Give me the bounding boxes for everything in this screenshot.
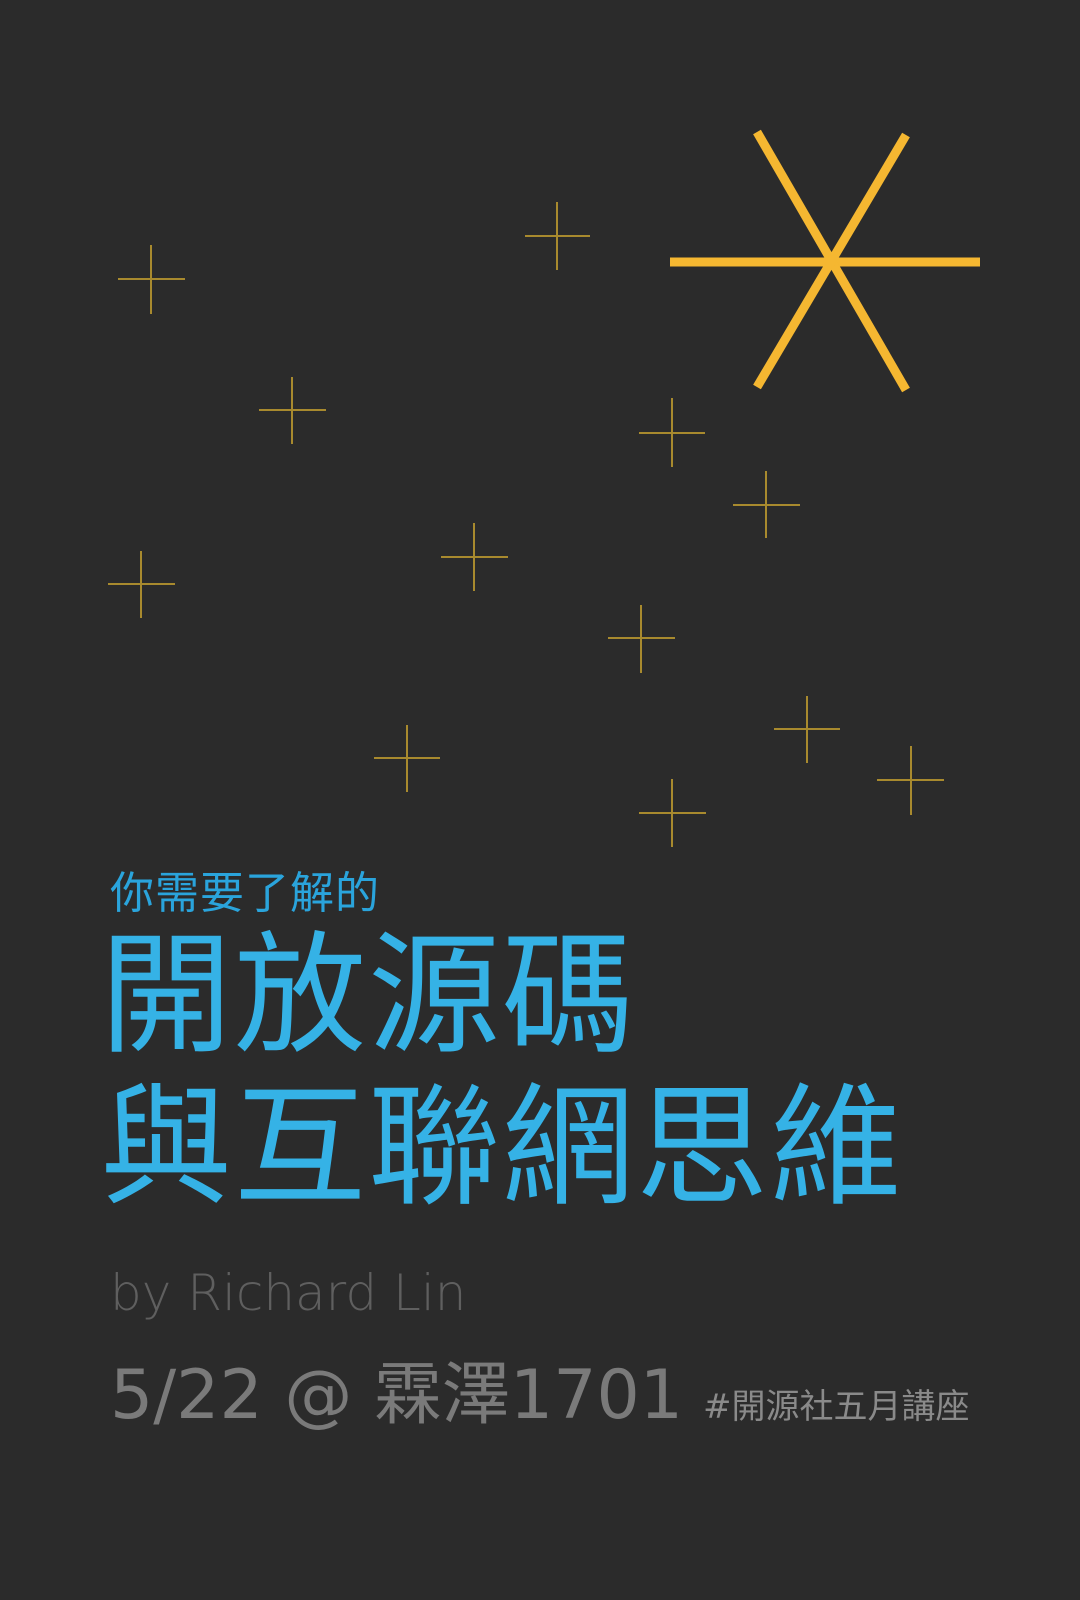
small-plus-sparkles — [108, 202, 944, 847]
plus-sparkle-icon — [374, 725, 440, 792]
poster-subtitle: 你需要了解的 — [110, 868, 380, 919]
plus-sparkle-icon — [525, 202, 590, 270]
plus-sparkle-icon — [877, 746, 944, 815]
plus-sparkle-icon — [639, 779, 706, 847]
plus-sparkle-icon — [108, 551, 175, 618]
plus-sparkle-icon — [441, 523, 508, 591]
event-poster: 你需要了解的 開放源碼 與互聯網思維 by Richard Lin 5/22 @… — [0, 0, 1080, 1600]
event-details: 5/22 @ 霖澤1701 #開源社五月講座 — [110, 1362, 970, 1452]
plus-sparkle-icon — [259, 377, 326, 444]
big-asterisk-star-icon — [670, 129, 980, 393]
event-hashtag: #開源社五月講座 — [703, 1387, 970, 1427]
speaker-byline: by Richard Lin — [110, 1264, 467, 1322]
poster-title-line-1: 開放源碼 — [100, 919, 636, 1073]
plus-sparkle-icon — [733, 471, 800, 538]
plus-sparkle-icon — [639, 398, 705, 467]
plus-sparkle-icon — [118, 245, 185, 314]
plus-sparkle-icon — [608, 605, 675, 673]
event-date-location: 5/22 @ 霖澤1701 — [110, 1356, 683, 1435]
poster-title-line-2: 與互聯網思維 — [100, 1071, 904, 1225]
plus-sparkle-icon — [774, 696, 840, 763]
starfield-illustration — [108, 129, 980, 847]
